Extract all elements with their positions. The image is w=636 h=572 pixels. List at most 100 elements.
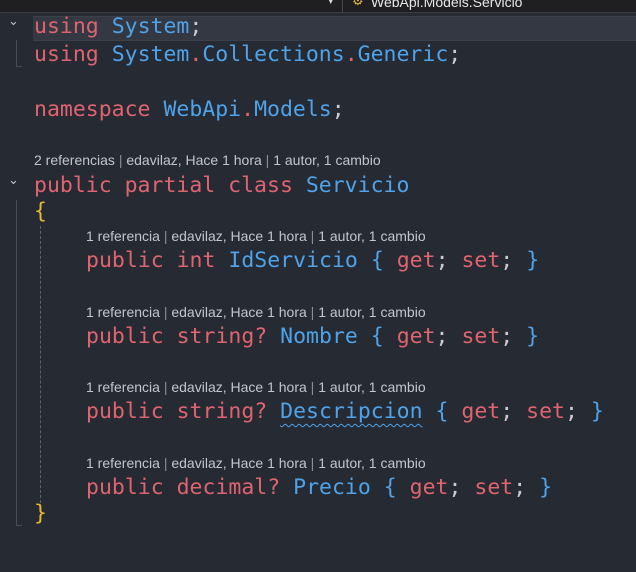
- divider: [342, 0, 343, 12]
- code-token: public partial class: [34, 173, 293, 198]
- code-token: get: [396, 248, 436, 273]
- code-token: set: [474, 475, 514, 500]
- code-token: Precio: [293, 475, 371, 500]
- references-link[interactable]: 2 referencias: [34, 152, 115, 168]
- code-line[interactable]: }: [34, 501, 47, 527]
- fold-guide-end: [16, 525, 22, 526]
- code-line[interactable]: public string? Nombre { get; set; }: [86, 324, 539, 350]
- code-token: public decimal?: [86, 475, 281, 500]
- code-line[interactable]: public int IdServicio { get; set; }: [86, 248, 539, 274]
- author-link[interactable]: edavilaz, Hace 1 hora: [171, 455, 306, 471]
- changes-link[interactable]: 1 autor, 1 cambio: [318, 228, 425, 244]
- code-token: set: [461, 324, 501, 349]
- code-token: ;: [565, 399, 591, 424]
- codelens-separator: |: [306, 379, 319, 395]
- codelens-separator: |: [261, 152, 274, 168]
- code-token: .: [344, 42, 358, 67]
- code-line[interactable]: using System.Collections.Generic;: [34, 42, 461, 68]
- fold-chevron-icon[interactable]: ⌄: [8, 173, 19, 188]
- code-token: ;: [448, 475, 475, 500]
- author-link[interactable]: edavilaz, Hace 1 hora: [171, 304, 306, 320]
- codelens: 1 referencia | edavilaz, Hace 1 hora | 1…: [86, 378, 426, 396]
- code-token: public string?: [86, 399, 268, 424]
- code-token: IdServicio: [228, 248, 358, 273]
- member-navigation-dropdown[interactable]: WebApi.Models.Servicio: [371, 0, 522, 10]
- author-link[interactable]: edavilaz, Hace 1 hora: [171, 228, 306, 244]
- code-token: .: [241, 97, 255, 122]
- code-token: Descripcion: [280, 399, 423, 424]
- code-token: }: [526, 324, 540, 349]
- changes-link[interactable]: 1 autor, 1 cambio: [273, 152, 380, 168]
- changes-link[interactable]: 1 autor, 1 cambio: [318, 304, 425, 320]
- code-token: using: [34, 42, 99, 67]
- code-line[interactable]: namespace WebApi.Models;: [34, 97, 345, 123]
- code-token: }: [34, 501, 47, 526]
- code-token: using: [34, 14, 99, 39]
- codelens: 1 referencia | edavilaz, Hace 1 hora | 1…: [86, 303, 426, 321]
- references-link[interactable]: 1 referencia: [86, 304, 160, 320]
- code-token: Generic: [357, 42, 449, 67]
- code-line[interactable]: public string? Descripcion { get; set; }: [86, 399, 604, 425]
- indent-guide: [40, 226, 41, 508]
- dropdown-arrow-icon[interactable]: ▾: [328, 0, 334, 7]
- code-token: System: [111, 42, 190, 67]
- references-link[interactable]: 1 referencia: [86, 379, 160, 395]
- code-token: public string?: [86, 324, 268, 349]
- code-token: {: [370, 248, 384, 273]
- codelens-separator: |: [159, 455, 172, 471]
- code-token: }: [526, 248, 540, 273]
- code-token: get: [461, 399, 501, 424]
- code-token: ;: [435, 324, 462, 349]
- author-link[interactable]: edavilaz, Hace 1 hora: [126, 152, 261, 168]
- code-token: Models: [254, 97, 332, 122]
- code-token: {: [370, 324, 384, 349]
- code-token: WebApi: [163, 97, 242, 122]
- code-line[interactable]: public partial class Servicio: [34, 173, 409, 199]
- code-token: System: [111, 14, 190, 39]
- code-token: {: [435, 399, 449, 424]
- changes-link[interactable]: 1 autor, 1 cambio: [318, 379, 425, 395]
- code-token: ;: [513, 475, 540, 500]
- code-line[interactable]: using System;: [34, 14, 202, 40]
- navigation-bar: ▾ ⚙ WebApi.Models.Servicio: [0, 0, 636, 13]
- references-link[interactable]: 1 referencia: [86, 455, 160, 471]
- codelens-separator: |: [306, 228, 319, 244]
- code-line[interactable]: {: [34, 199, 47, 225]
- code-token: .: [189, 42, 203, 67]
- codelens: 1 referencia | edavilaz, Hace 1 hora | 1…: [86, 454, 426, 472]
- changes-link[interactable]: 1 autor, 1 cambio: [318, 455, 425, 471]
- codelens-separator: |: [159, 304, 172, 320]
- references-link[interactable]: 1 referencia: [86, 228, 160, 244]
- fold-guide: [16, 40, 17, 67]
- code-token: get: [396, 324, 436, 349]
- fold-chevron-icon[interactable]: ⌄: [8, 14, 19, 29]
- code-token: ;: [435, 248, 462, 273]
- code-token: Collections: [202, 42, 345, 67]
- author-link[interactable]: edavilaz, Hace 1 hora: [171, 379, 306, 395]
- code-token: }: [590, 399, 604, 424]
- codelens-separator: |: [159, 228, 172, 244]
- class-icon: ⚙: [352, 0, 364, 9]
- code-token: set: [526, 399, 565, 424]
- fold-guide: [16, 200, 17, 526]
- code-line[interactable]: public decimal? Precio { get; set; }: [86, 475, 552, 501]
- code-token: public int: [86, 248, 216, 273]
- codelens-separator: |: [114, 152, 127, 168]
- codelens-separator: |: [306, 455, 319, 471]
- code-token: Nombre: [280, 324, 358, 349]
- code-token: ;: [331, 97, 345, 122]
- code-token: get: [409, 475, 449, 500]
